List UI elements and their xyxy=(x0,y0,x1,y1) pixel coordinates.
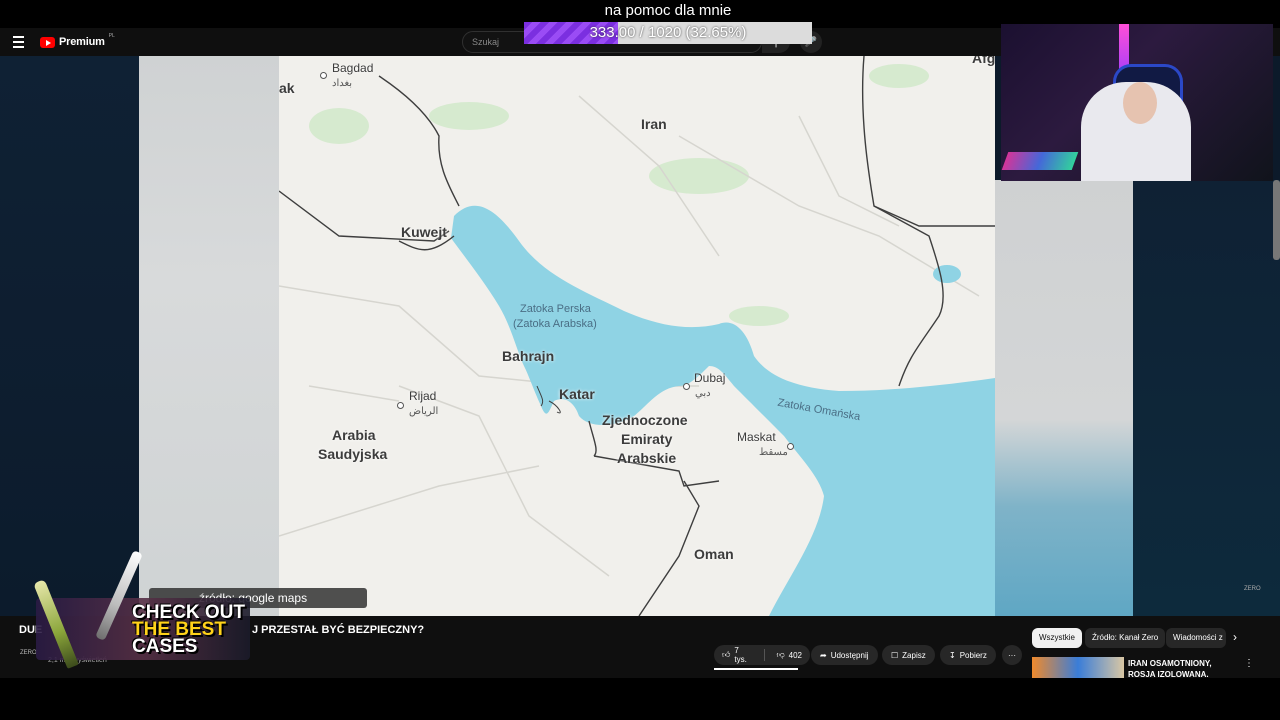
map-label-oman: Oman xyxy=(694,546,734,562)
map-label-bahrajn: Bahrajn xyxy=(502,348,555,364)
page-scrollbar[interactable] xyxy=(1273,180,1280,260)
recommended-video-thumbnail[interactable] xyxy=(1032,657,1124,678)
thumbs-up-icon: 👍︎ xyxy=(722,650,731,659)
map-city-dubaj: Dubaj xyxy=(694,371,726,385)
more-actions-button[interactable]: ··· xyxy=(1002,645,1022,665)
streamer-head xyxy=(1123,82,1157,124)
city-marker-rijad xyxy=(397,402,404,409)
more-icon: ··· xyxy=(1008,650,1016,660)
map-city-rijad-arabic: الرياض xyxy=(409,406,439,417)
kebab-menu-icon[interactable]: ⋮ xyxy=(1244,658,1254,669)
rgb-keyboard xyxy=(1001,152,1079,170)
streamer-webcam xyxy=(1001,24,1273,181)
city-marker-maskat xyxy=(787,443,794,450)
letterbox-bottom xyxy=(0,678,1280,720)
map-graphic xyxy=(279,56,995,616)
save-label: Zapisz xyxy=(902,650,926,660)
donation-goal-text: 333.00 / 1020 (32.65%) xyxy=(589,24,747,41)
like-count: 7 tys. xyxy=(734,646,747,664)
thumbs-down-icon: 👎︎ xyxy=(776,650,785,659)
download-icon: ↧ xyxy=(949,650,956,660)
map-label-kuwejt: Kuwejt xyxy=(401,224,447,240)
like-dislike-group: 👍︎ 7 tys. 👎︎ 402 xyxy=(714,645,810,665)
share-icon: ➦ xyxy=(820,650,827,660)
ad-line-3: CASES xyxy=(132,636,198,657)
youtube-premium-logo[interactable]: Premium PL xyxy=(40,33,115,50)
map-label-afghanistan-partial: Afg xyxy=(972,56,995,66)
map-label-zea-1: Zjednoczone xyxy=(602,412,688,428)
chip-wszystkie[interactable]: Wszystkie xyxy=(1032,628,1082,648)
save-button[interactable]: ☐ Zapisz xyxy=(882,645,935,665)
map-city-bagdad: Bagdad xyxy=(332,61,374,75)
like-separator xyxy=(763,649,765,661)
map-sea-zatoka-perska: Zatoka Perska xyxy=(520,303,591,315)
map-label-iran: Iran xyxy=(641,116,667,132)
map-city-rijad: Rijad xyxy=(409,389,437,403)
download-label: Pobierz xyxy=(959,650,987,660)
blurred-backdrop-right xyxy=(995,180,1133,616)
hamburger-menu-icon[interactable] xyxy=(10,33,28,51)
video-title-right: J PRZESTAŁ BYĆ BEZPIECZNY? xyxy=(252,624,425,636)
youtube-play-icon xyxy=(40,36,55,48)
chip-zrodlo[interactable]: Źródło: Kanał Zero xyxy=(1085,628,1166,648)
sponsor-ad[interactable]: CHECK OUT THE BEST CASES xyxy=(33,548,250,670)
like-button[interactable]: 👍︎ 7 tys. xyxy=(714,645,760,665)
map-label-arabia-1: Arabia xyxy=(332,427,376,443)
blurred-backdrop-left xyxy=(139,56,279,616)
background-left xyxy=(0,56,139,616)
chevron-right-icon[interactable]: › xyxy=(1233,630,1237,644)
stream-goal-title: na pomoc dla mnie xyxy=(604,2,732,19)
map-sea-zatoka-arabska: (Zatoka Arabska) xyxy=(513,318,597,330)
map-view: Iran Kuwejt Bahrajn Katar Zjednoczone Em… xyxy=(279,56,995,616)
logo-region: PL xyxy=(108,33,115,39)
map-label-arabia-2: Saudyjska xyxy=(318,446,388,462)
bookmark-icon: ☐ xyxy=(891,650,899,660)
logo-text: Premium xyxy=(59,36,105,48)
donation-goal-bar: 333.00 / 1020 (32.65%) xyxy=(524,22,812,44)
dislike-button[interactable]: 👎︎ 402 xyxy=(769,645,810,665)
map-city-bagdad-arabic: بغداد xyxy=(332,78,353,89)
channel-watermark: ZERO xyxy=(1244,586,1261,592)
map-label-katar: Katar xyxy=(559,386,595,402)
map-city-maskat-arabic: مسقط xyxy=(759,447,788,458)
channel-avatar[interactable]: ZERO xyxy=(20,650,37,656)
map-label-zea-3: Arabskie xyxy=(617,450,677,466)
download-button[interactable]: ↧ Pobierz xyxy=(940,645,996,665)
share-button[interactable]: ➦ Udostępnij xyxy=(811,645,878,665)
map-label-irak-partial: ak xyxy=(279,80,295,96)
background-right xyxy=(1133,180,1280,616)
city-marker-bagdad xyxy=(320,72,327,79)
chip-wiadomosci[interactable]: Wiadomości z xyxy=(1166,628,1226,648)
like-underline xyxy=(714,668,798,670)
ad-text: CHECK OUT THE BEST CASES xyxy=(132,603,245,657)
map-city-dubaj-arabic: دبي xyxy=(695,388,711,399)
city-marker-dubaj xyxy=(683,383,690,390)
map-label-zea-2: Emiraty xyxy=(621,431,673,447)
dislike-count: 402 xyxy=(788,650,802,660)
map-city-maskat: Maskat xyxy=(737,430,776,444)
share-label: Udostępnij xyxy=(830,650,869,660)
